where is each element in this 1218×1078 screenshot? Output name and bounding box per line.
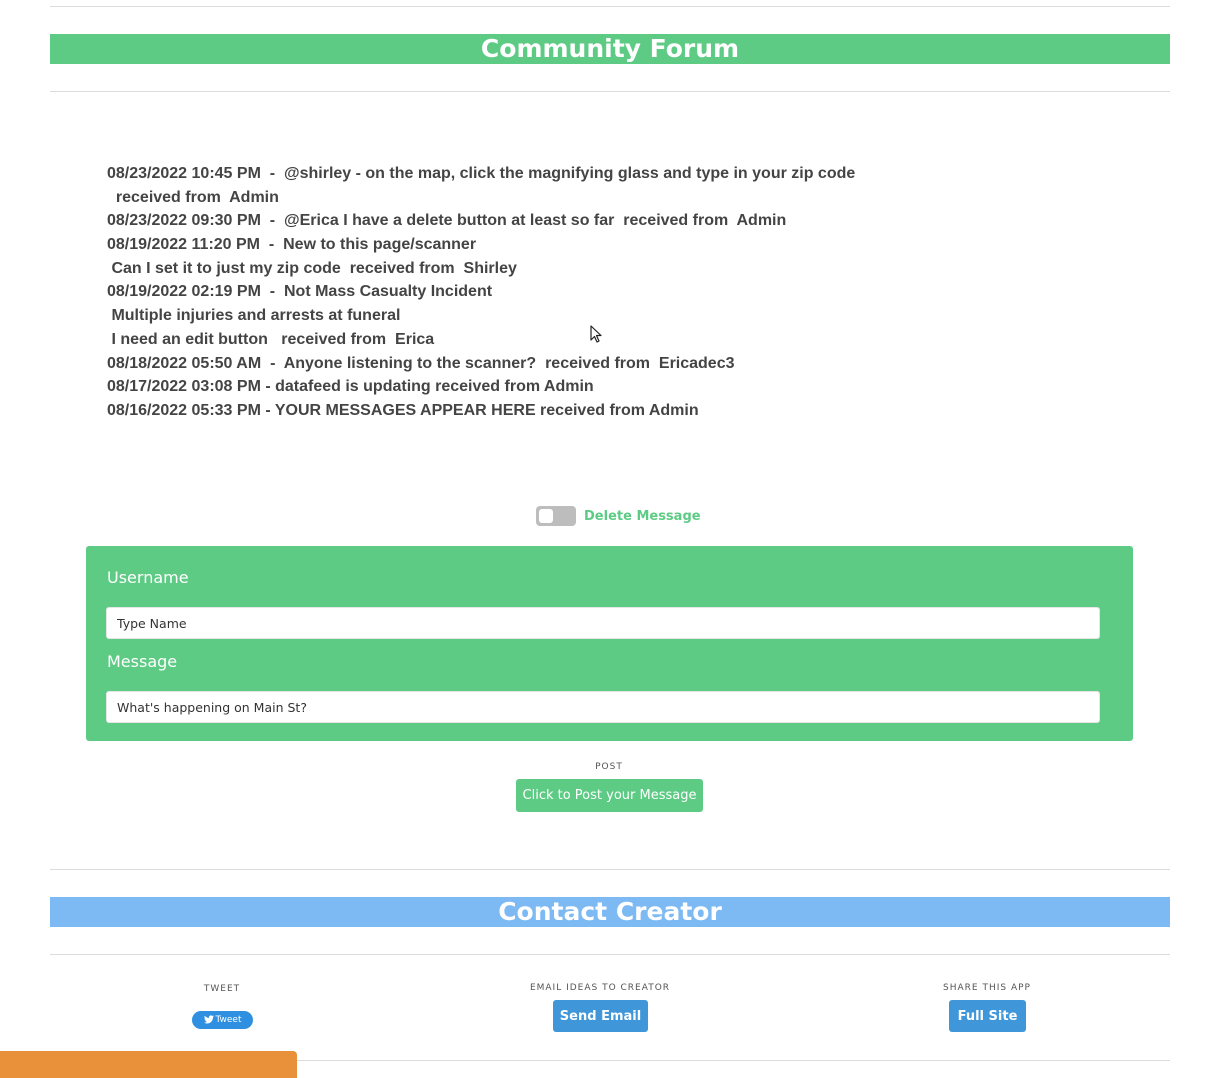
message-line: 08/19/2022 11:20 PM - New to this page/s…: [107, 236, 477, 254]
message-line: Can I set it to just my zip code receive…: [107, 259, 517, 277]
message-input[interactable]: [106, 691, 1100, 723]
community-forum-title: Community Forum: [480, 34, 740, 63]
tweet-label: Tweet: [215, 1015, 242, 1025]
twitter-bird-icon: [203, 1015, 214, 1024]
contact-creator-banner: Contact Creator: [50, 897, 1170, 927]
message-label: Message: [107, 652, 178, 671]
contact-top-divider: [50, 869, 1170, 870]
message-line: 08/18/2022 05:50 AM - Anyone listening t…: [107, 354, 735, 372]
message-line: 08/17/2022 03:08 PM - datafeed is updati…: [107, 378, 594, 396]
share-caption: SHARE THIS APP: [943, 983, 1031, 993]
message-line: 08/23/2022 09:30 PM - @Erica I have a de…: [107, 212, 787, 230]
tweet-button[interactable]: Tweet: [192, 1011, 253, 1029]
toggle-switch[interactable]: [536, 506, 576, 526]
post-caption: POST: [595, 762, 623, 772]
delete-message-label: Delete Message: [584, 509, 701, 524]
toggle-knob: [539, 509, 553, 523]
tweet-caption: TWEET: [203, 984, 241, 994]
contact-creator-title: Contact Creator: [498, 897, 722, 926]
message-line: received from Admin: [107, 188, 279, 206]
send-email-button[interactable]: Send Email: [553, 1000, 648, 1032]
message-line: I need an edit button received from Eric…: [107, 330, 435, 348]
mouse-pointer-icon: [590, 325, 602, 343]
username-label: Username: [107, 568, 189, 587]
forum-divider: [50, 91, 1170, 92]
message-line: 08/23/2022 10:45 PM - @shirley - on the …: [107, 165, 856, 182]
message-line: 08/19/2022 02:19 PM - Not Mass Casualty …: [107, 283, 493, 301]
community-forum-banner: Community Forum: [50, 34, 1170, 64]
top-divider: [50, 6, 1170, 7]
message-line: Multiple injuries and arrests at funeral: [107, 307, 401, 325]
message-line: 08/16/2022 05:33 PM - YOUR MESSAGES APPE…: [107, 401, 699, 419]
bottom-orange-tab[interactable]: [0, 1051, 297, 1078]
email-caption: EMAIL IDEAS TO CREATOR: [529, 983, 671, 993]
post-form: Username Message: [86, 546, 1133, 741]
message-list: 08/23/2022 10:45 PM - @shirley - on the …: [107, 162, 1007, 423]
post-message-button[interactable]: Click to Post your Message: [516, 779, 703, 812]
full-site-button[interactable]: Full Site: [949, 1000, 1026, 1032]
username-input[interactable]: [106, 607, 1100, 639]
contact-divider: [50, 954, 1170, 955]
